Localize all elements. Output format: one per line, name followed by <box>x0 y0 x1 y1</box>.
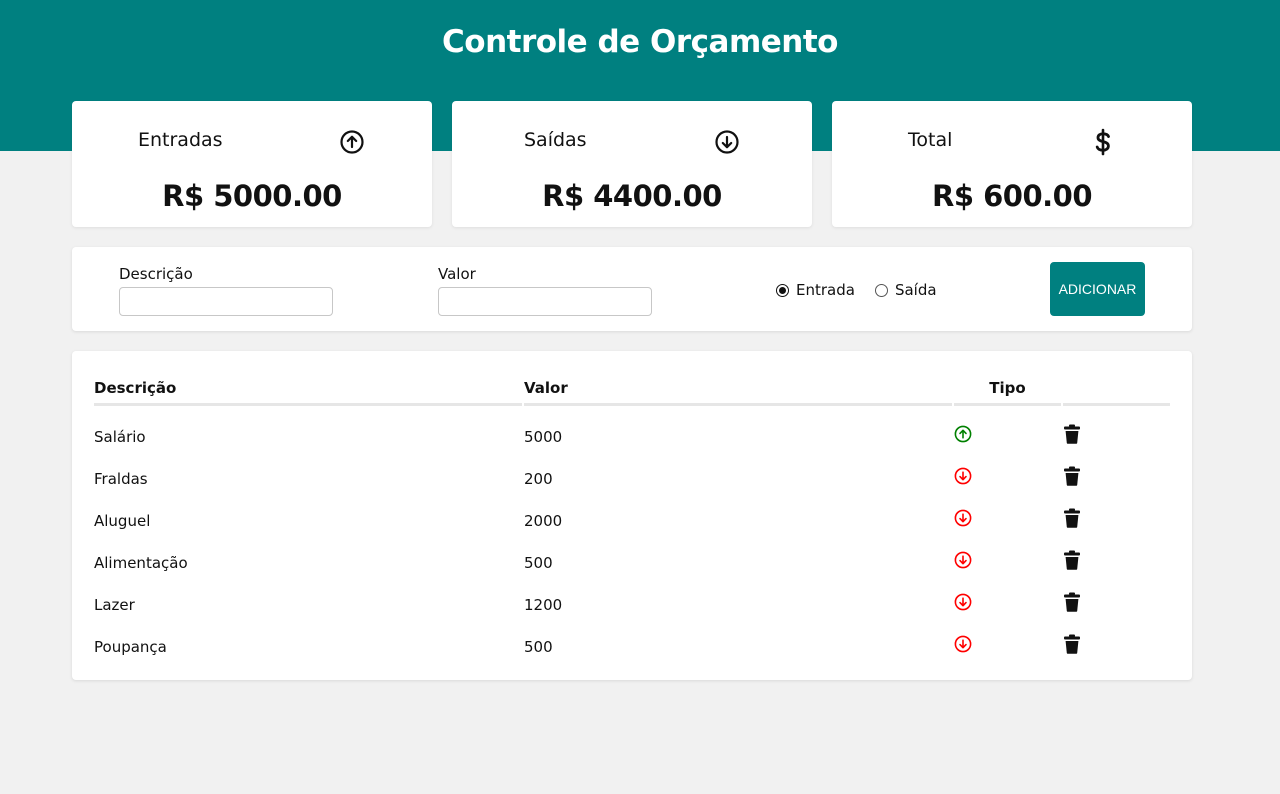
header-amount: Valor <box>524 373 952 406</box>
income-card: Entradas R$ 5000.00 <box>72 101 432 227</box>
row-type <box>954 626 1061 668</box>
add-button[interactable]: ADICIONAR <box>1050 262 1145 316</box>
row-actions <box>1063 406 1170 458</box>
row-amount: 500 <box>524 554 553 572</box>
header-description: Descrição <box>94 373 522 406</box>
income-value: R$ 5000.00 <box>162 179 342 213</box>
row-type <box>954 406 1061 458</box>
trash-icon[interactable] <box>1063 424 1170 444</box>
row-description: Poupança <box>94 638 167 656</box>
arrow-down-circle-icon <box>954 551 1061 569</box>
row-actions <box>1063 542 1170 584</box>
table-header-row: Descrição Valor Tipo <box>94 373 1170 406</box>
type-radio-entrada[interactable]: Entrada <box>776 281 855 299</box>
header-actions <box>1063 373 1170 406</box>
arrow-down-circle-icon <box>714 129 740 155</box>
row-amount: 500 <box>524 638 553 656</box>
entries-panel: Descrição Valor Tipo Salário 5000 Fraldas 2… <box>72 351 1192 680</box>
description-label: Descrição <box>119 265 193 283</box>
income-label: Entradas <box>138 129 223 151</box>
row-type <box>954 500 1061 542</box>
expense-value: R$ 4400.00 <box>542 179 722 213</box>
expense-card: Saídas R$ 4400.00 <box>452 101 812 227</box>
trash-icon[interactable] <box>1063 508 1170 528</box>
row-actions <box>1063 458 1170 500</box>
row-amount: 200 <box>524 470 553 488</box>
description-input[interactable] <box>119 287 333 316</box>
trash-icon[interactable] <box>1063 466 1170 486</box>
table-row: Fraldas 200 <box>94 458 1170 500</box>
trash-icon[interactable] <box>1063 634 1170 654</box>
arrow-up-circle-icon <box>339 129 365 155</box>
row-amount: 2000 <box>524 512 563 530</box>
row-amount: 1200 <box>524 596 563 614</box>
row-type <box>954 542 1061 584</box>
type-radio-saida[interactable]: Saída <box>874 281 937 299</box>
header-type: Tipo <box>954 373 1061 406</box>
arrow-up-circle-icon <box>954 425 1061 443</box>
type-radio-saida-label: Saída <box>894 281 937 299</box>
row-actions <box>1063 584 1170 626</box>
table-row: Aluguel 2000 <box>94 500 1170 542</box>
trash-icon[interactable] <box>1063 550 1170 570</box>
table-row: Lazer 1200 <box>94 584 1170 626</box>
row-description: Salário <box>94 428 146 446</box>
row-amount: 5000 <box>524 428 563 446</box>
type-radio-entrada-label: Entrada <box>796 281 855 299</box>
type-radio-group: Entrada Saída <box>776 280 957 300</box>
row-description: Aluguel <box>94 512 151 530</box>
total-card: Total R$ 600.00 <box>832 101 1192 227</box>
row-type <box>954 584 1061 626</box>
arrow-down-circle-icon <box>954 593 1061 611</box>
total-value: R$ 600.00 <box>931 179 1093 213</box>
table-row: Poupança 500 <box>94 626 1170 668</box>
arrow-down-circle-icon <box>954 467 1061 485</box>
expense-label: Saídas <box>524 129 587 151</box>
summary-cards: Entradas R$ 5000.00 Saídas R$ 4400.00 To… <box>72 101 1192 227</box>
dollar-icon <box>1090 128 1116 156</box>
table-row: Salário 5000 <box>94 406 1170 458</box>
table-row: Alimentação 500 <box>94 542 1170 584</box>
row-actions <box>1063 626 1170 668</box>
radio-unchecked-icon[interactable] <box>874 283 888 297</box>
row-description: Alimentação <box>94 554 188 572</box>
arrow-down-circle-icon <box>954 509 1061 527</box>
row-description: Lazer <box>94 596 135 614</box>
trash-icon[interactable] <box>1063 592 1170 612</box>
arrow-down-circle-icon <box>954 635 1061 653</box>
entries-table: Descrição Valor Tipo Salário 5000 Fraldas 2… <box>92 373 1172 668</box>
amount-label: Valor <box>438 265 476 283</box>
row-actions <box>1063 500 1170 542</box>
page-title: Controle de Orçamento <box>442 24 838 60</box>
total-label: Total <box>908 129 953 151</box>
row-type <box>954 458 1061 500</box>
add-entry-form: Descrição Valor Entrada Saída ADICIONAR <box>72 247 1192 331</box>
row-description: Fraldas <box>94 470 148 488</box>
radio-checked-icon[interactable] <box>776 283 789 297</box>
amount-input[interactable] <box>438 287 652 316</box>
